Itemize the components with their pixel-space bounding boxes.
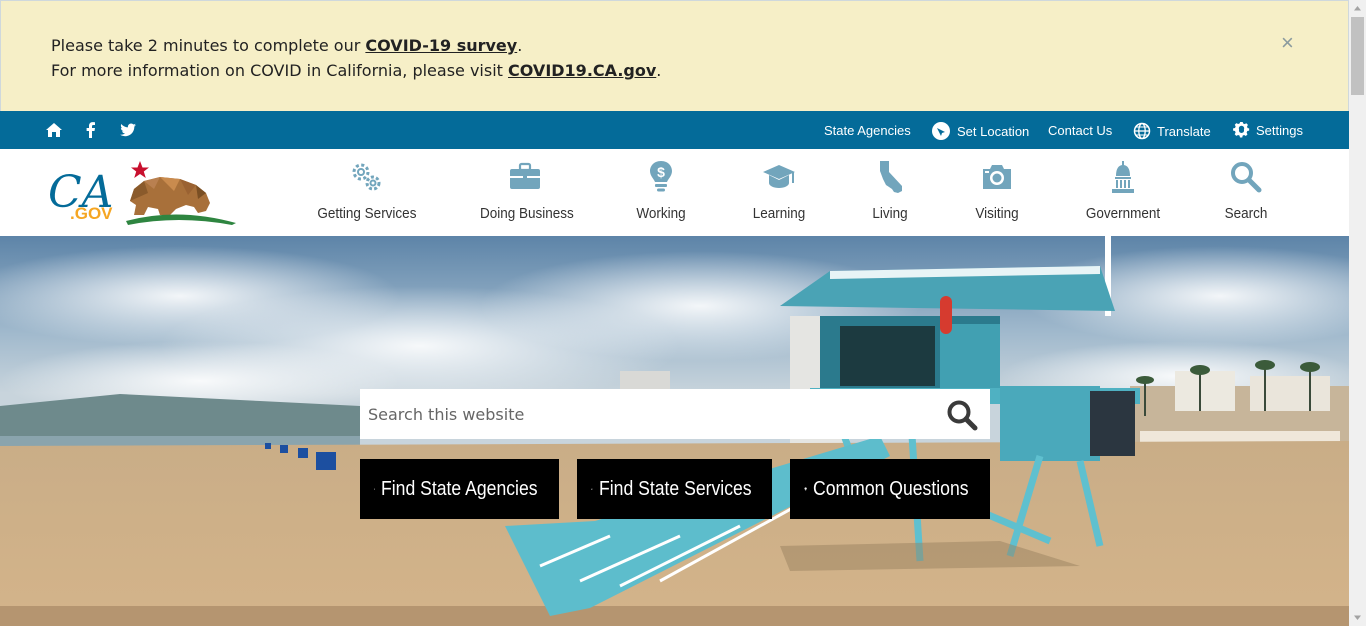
- hero-section: Find State Agencies Find State Services …: [0, 236, 1349, 626]
- facebook-icon[interactable]: [82, 121, 100, 139]
- nav-working-label: Working: [636, 205, 686, 222]
- twitter-icon[interactable]: [119, 121, 137, 139]
- covid-alert-banner: Please take 2 minutes to complete our CO…: [0, 0, 1349, 111]
- translate-link[interactable]: Translate: [1133, 122, 1211, 140]
- people-icon: [591, 488, 593, 490]
- search-submit-button[interactable]: [946, 399, 980, 431]
- nav-search-label: Search: [1224, 205, 1268, 222]
- capitol-building-icon: [1112, 161, 1134, 193]
- briefcase-icon: [510, 162, 540, 189]
- scrollbar-thumb[interactable]: [1351, 17, 1364, 95]
- alert-line-2: For more information on COVID in Califor…: [51, 58, 661, 83]
- common-questions-label: Common Questions: [813, 477, 969, 500]
- search-icon: [1231, 162, 1262, 193]
- find-state-agencies-label: Find State Agencies: [381, 477, 538, 500]
- california-state-icon: [880, 161, 902, 193]
- logo-gov-text: .GOV: [70, 204, 113, 223]
- find-state-services-button[interactable]: Find State Services: [577, 459, 772, 519]
- scroll-down-arrow-icon[interactable]: [1349, 609, 1366, 626]
- star-icon: [131, 161, 149, 178]
- alert-line-2-text: For more information on COVID in Califor…: [51, 61, 509, 80]
- translate-label: Translate: [1157, 123, 1211, 139]
- nav-government[interactable]: Government: [1078, 159, 1168, 229]
- location-pin-icon: [932, 122, 950, 140]
- lightbulb-icon: [804, 487, 807, 491]
- state-agencies-label: State Agencies: [824, 123, 911, 138]
- nav-living-label: Living: [872, 205, 908, 222]
- nav-doing-business-label: Doing Business: [480, 205, 574, 222]
- nav-government-label: Government: [1085, 205, 1161, 222]
- contact-us-label: Contact Us: [1048, 123, 1113, 138]
- nav-visiting-label: Visiting: [975, 205, 1019, 222]
- covid-survey-link[interactable]: COVID-19 survey: [365, 36, 517, 55]
- camera-icon: [983, 165, 1011, 189]
- gears-icon: [352, 163, 381, 191]
- lightbulb-dollar-icon: $: [650, 161, 672, 192]
- contact-us-link[interactable]: Contact Us: [1048, 123, 1112, 138]
- alert-line-1-text: Please take 2 minutes to complete our: [51, 36, 366, 55]
- scroll-up-arrow-icon[interactable]: [1349, 0, 1366, 17]
- svg-text:$: $: [657, 164, 665, 180]
- page: Please take 2 minutes to complete our CO…: [0, 0, 1366, 626]
- covid19-ca-gov-link[interactable]: COVID19.CA.gov: [508, 61, 656, 80]
- nav-learning-label: Learning: [752, 205, 806, 222]
- nav-search[interactable]: Search: [1218, 159, 1274, 229]
- site-search-box: [360, 389, 990, 439]
- find-state-services-label: Find State Services: [598, 477, 752, 500]
- nav-doing-business[interactable]: Doing Business: [475, 159, 575, 229]
- ca-gov-logo[interactable]: CA .GOV: [48, 155, 238, 233]
- alert-line-1-period: .: [517, 36, 523, 55]
- close-alert-button[interactable]: ×: [1281, 31, 1299, 55]
- nav-living[interactable]: Living: [862, 159, 918, 229]
- find-state-agencies-button[interactable]: Find State Agencies: [360, 459, 559, 519]
- grass-swoosh: [126, 214, 236, 225]
- nav-visiting[interactable]: Visiting: [966, 159, 1028, 229]
- alert-message: Please take 2 minutes to complete our CO…: [51, 33, 661, 83]
- common-questions-button[interactable]: Common Questions: [790, 459, 990, 519]
- site-header: CA .GOV Getting Services Doing Business …: [0, 149, 1349, 236]
- settings-label: Settings: [1256, 123, 1303, 138]
- nav-getting-services-label: Getting Services: [317, 205, 417, 222]
- set-location-label: Set Location: [957, 123, 1030, 139]
- nav-getting-services[interactable]: Getting Services: [312, 159, 420, 229]
- page-scrollbar[interactable]: [1349, 0, 1366, 626]
- graduation-cap-icon: [763, 165, 795, 188]
- pointing-hand-icon: [374, 488, 376, 490]
- utility-bar: State Agencies Set Location Contact Us T…: [0, 111, 1349, 149]
- gear-icon: [1233, 122, 1250, 138]
- globe-icon: [1133, 122, 1151, 140]
- nav-learning[interactable]: Learning: [744, 159, 814, 229]
- alert-line-1: Please take 2 minutes to complete our CO…: [51, 33, 661, 58]
- state-agencies-link[interactable]: State Agencies: [824, 123, 911, 138]
- site-search-input[interactable]: [360, 389, 940, 439]
- home-icon[interactable]: [45, 121, 63, 139]
- settings-link[interactable]: Settings: [1233, 122, 1303, 139]
- set-location-link[interactable]: Set Location: [931, 121, 1029, 141]
- alert-line-2-period: .: [656, 61, 662, 80]
- nav-working[interactable]: $ Working: [628, 159, 694, 229]
